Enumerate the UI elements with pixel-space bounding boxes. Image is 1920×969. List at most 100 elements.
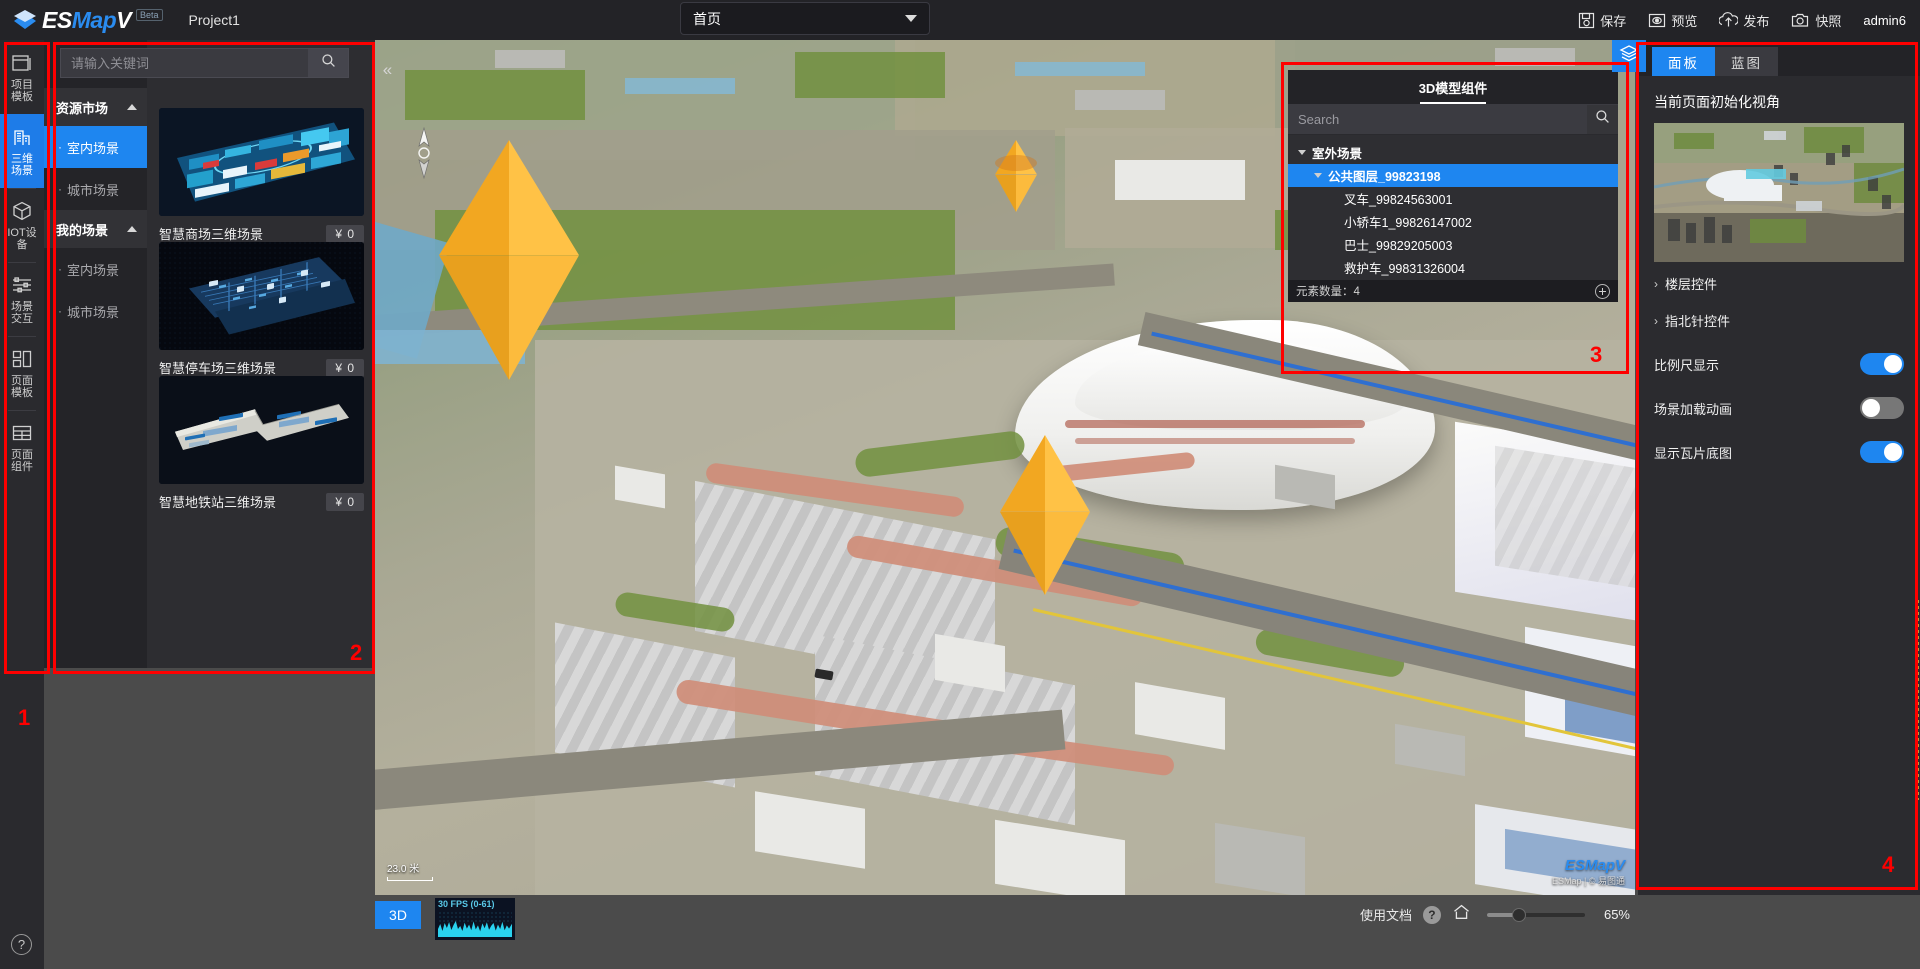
sidebar-label: 项目模板 xyxy=(7,79,37,103)
toggle-knob xyxy=(1884,355,1902,373)
models-search-box[interactable] xyxy=(1288,104,1618,135)
scene-loading-animation-toggle[interactable] xyxy=(1860,397,1904,419)
tab-panel[interactable]: 面板 xyxy=(1652,47,1715,76)
top-actions: 保存 预览 发布 xyxy=(1578,0,1906,40)
publish-upload-icon xyxy=(1719,12,1738,29)
preview-button[interactable]: 预览 xyxy=(1648,11,1697,30)
docs-link[interactable]: 使用文档 xyxy=(1360,905,1412,924)
properties-panel: 面板 蓝图 当前页面初始化视角 xyxy=(1638,40,1920,895)
logo-v: V xyxy=(116,7,131,33)
category-item-indoor-scene-market[interactable]: · 室内场景 xyxy=(44,126,147,168)
plus-circle-icon[interactable] xyxy=(1595,284,1610,299)
sliders-icon xyxy=(11,274,33,296)
keyword-search-box[interactable] xyxy=(60,48,349,78)
sidebar-label: 三维场景 xyxy=(7,153,37,177)
scene-card-metro[interactable]: 智慧地铁站三维场景 ¥ 0 xyxy=(159,376,364,511)
sidebar-label: 页面组件 xyxy=(7,449,37,473)
layers-icon xyxy=(1619,44,1639,69)
save-button[interactable]: 保存 xyxy=(1578,11,1626,30)
scene-card-price: ¥ 0 xyxy=(326,493,364,511)
scene-card-price: ¥ 0 xyxy=(326,359,364,377)
mode-3d-button[interactable]: 3D xyxy=(375,901,421,929)
element-count-label: 元素数量：4 xyxy=(1296,283,1360,299)
toggle-label: 场景加载动画 xyxy=(1654,399,1732,418)
tab-blueprint[interactable]: 蓝图 xyxy=(1715,47,1778,76)
map-marker-pin[interactable] xyxy=(439,140,579,380)
project-name[interactable]: Project1 xyxy=(189,12,240,28)
search-input[interactable] xyxy=(61,56,308,71)
collapse-panel-button[interactable]: « xyxy=(379,56,396,84)
tab-blueprint-label: 蓝图 xyxy=(1731,52,1762,72)
scene-card-meta: 智慧地铁站三维场景 ¥ 0 xyxy=(159,492,364,511)
tree-node-car[interactable]: 小轿车1_99826147002 xyxy=(1288,210,1618,233)
category-column: 资源市场 · 室内场景 · 城市场景 我的场景 · 室内场景 · 城市场景 xyxy=(44,40,147,668)
camera-icon xyxy=(1791,12,1810,29)
map-marker-pin[interactable] xyxy=(995,140,1037,212)
tree-node-ambulance[interactable]: 救护车_99831326004 xyxy=(1288,256,1618,279)
sidebar-label: 页面模板 xyxy=(7,375,37,399)
tree-node-public-layer[interactable]: 公共图层_99823198 xyxy=(1288,164,1618,187)
compass-icon[interactable] xyxy=(401,126,447,180)
scale-bar: 23.0 米 xyxy=(387,860,433,881)
question-circle-icon[interactable]: ? xyxy=(1423,906,1441,924)
toggle-label: 比例尺显示 xyxy=(1654,355,1719,374)
scale-display-toggle[interactable] xyxy=(1860,353,1904,375)
user-menu[interactable]: admin6 xyxy=(1863,13,1906,28)
sidebar-item-project-template[interactable]: 项目模板 xyxy=(0,40,44,114)
project-template-icon xyxy=(11,52,33,74)
sidebar-item-scene-interaction[interactable]: 场景交互 xyxy=(0,262,44,336)
tree-node-label: 室外场景 xyxy=(1312,143,1362,162)
publish-button[interactable]: 发布 xyxy=(1719,11,1769,30)
scene-card-list: 智慧商场三维场景 ¥ 0 xyxy=(147,40,375,668)
models-search-input[interactable] xyxy=(1288,112,1587,127)
scene-card-mall[interactable]: 智慧商场三维场景 ¥ 0 xyxy=(159,108,364,243)
snapshot-button[interactable]: 快照 xyxy=(1791,11,1841,30)
home-icon[interactable] xyxy=(1452,903,1471,926)
sidebar-item-page-template[interactable]: 页面模板 xyxy=(0,336,44,410)
map-marker-pin[interactable] xyxy=(995,155,1037,171)
category-header-my-scenes[interactable]: 我的场景 xyxy=(44,210,147,248)
search-button[interactable] xyxy=(308,49,348,77)
tree-node-forklift[interactable]: 叉车_99824563001 xyxy=(1288,187,1618,210)
fps-monitor[interactable]: 30 FPS (0-61) xyxy=(435,898,515,940)
snapshot-label: 快照 xyxy=(1815,11,1841,30)
left-icon-rail: 项目模板 三维场景 IOT设备 xyxy=(0,40,44,969)
tree-node-bus[interactable]: 巴士_99829205003 xyxy=(1288,233,1618,256)
chevron-down-icon[interactable] xyxy=(1298,150,1306,155)
bullet-icon: · xyxy=(58,304,62,318)
zoom-slider-handle[interactable] xyxy=(1512,908,1526,922)
category-item-indoor-scene-mine[interactable]: · 室内场景 xyxy=(44,248,147,290)
layers-toggle-button[interactable] xyxy=(1612,40,1646,72)
toggle-row-scale-display: 比例尺显示 xyxy=(1654,348,1904,380)
tree-node-outdoor-scene[interactable]: 室外场景 xyxy=(1288,141,1618,164)
sidebar-item-page-component[interactable]: 页面组件 xyxy=(0,410,44,484)
map-marker-pin[interactable] xyxy=(1000,435,1090,595)
watermark-title: ESMapV xyxy=(1552,857,1625,874)
chevron-up-icon xyxy=(127,104,137,110)
sidebar-item-3d-scene[interactable]: 三维场景 xyxy=(0,114,44,188)
show-tile-basemap-toggle[interactable] xyxy=(1860,441,1904,463)
scene-card-parking[interactable]: 智慧停车场三维场景 ¥ 0 xyxy=(159,242,364,377)
chevron-down-icon[interactable] xyxy=(1314,173,1322,178)
sidebar-item-iot-device[interactable]: IOT设备 xyxy=(0,188,44,262)
properties-scrollbar[interactable] xyxy=(1915,600,1919,800)
zoom-slider[interactable] xyxy=(1487,913,1585,917)
app-root: ESMapV Beta Project1 首页 保存 xyxy=(0,0,1920,969)
compass-control-collapsible[interactable]: › 指北针控件 xyxy=(1654,305,1904,336)
initial-view-preview[interactable] xyxy=(1654,123,1904,262)
category-item-city-scene-mine[interactable]: · 城市场景 xyxy=(44,290,147,332)
models-search-button[interactable] xyxy=(1587,105,1618,134)
category-header-resource-market[interactable]: 资源市场 xyxy=(44,88,147,126)
category-item-city-scene-market[interactable]: · 城市场景 xyxy=(44,168,147,210)
publish-label: 发布 xyxy=(1743,11,1769,30)
map-watermark: ESMapV ESMap | © 易图通 xyxy=(1552,857,1625,887)
bottom-right-controls: 使用文档 ? 65% xyxy=(1360,903,1630,926)
scene-thumbnail-parking xyxy=(159,242,364,350)
page-selector[interactable]: 首页 xyxy=(680,2,930,35)
app-logo[interactable]: ESMapV Beta xyxy=(12,7,163,34)
category-title: 我的场景 xyxy=(56,220,108,239)
scene-card-price: ¥ 0 xyxy=(326,225,364,243)
floor-control-collapsible[interactable]: › 楼层控件 xyxy=(1654,268,1904,299)
help-button[interactable]: ? xyxy=(11,934,32,955)
scene-thumbnail-mall xyxy=(159,108,364,216)
